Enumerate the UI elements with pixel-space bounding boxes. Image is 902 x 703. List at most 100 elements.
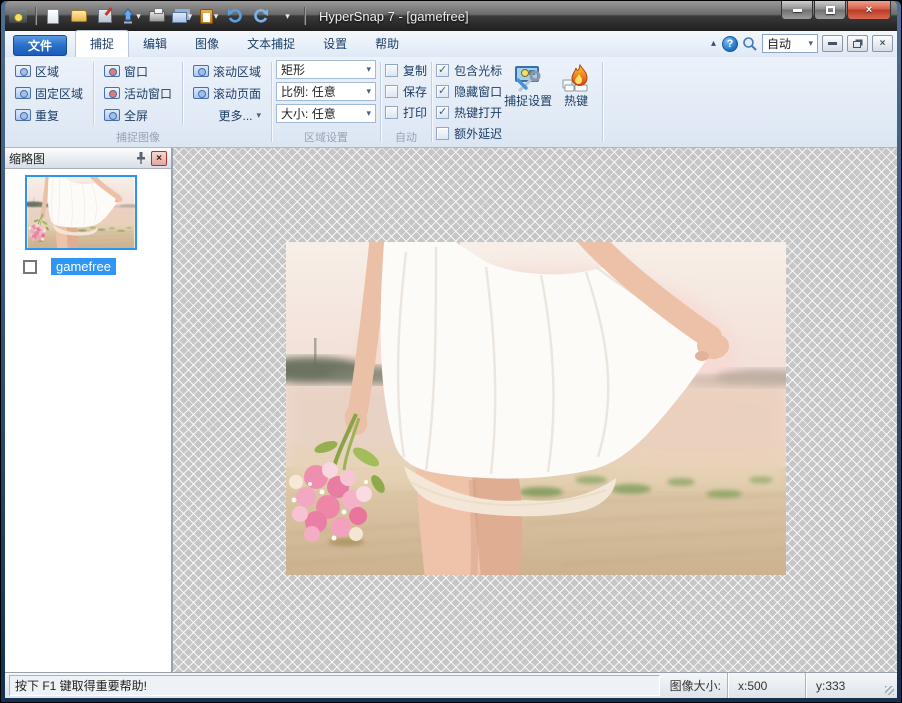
mdi-minimize-button[interactable] bbox=[822, 35, 843, 52]
paste-button[interactable]: ▾ bbox=[198, 6, 220, 26]
help-button[interactable]: ? bbox=[722, 36, 738, 52]
upload-arrow-icon bbox=[121, 8, 135, 24]
capture-repeat-button[interactable]: 重复 bbox=[9, 104, 89, 126]
panel-header: 缩略图 × bbox=[5, 148, 171, 169]
ratio-select[interactable]: 比例: 任意 ▾ bbox=[276, 82, 376, 101]
file-menu-button[interactable]: 文件 bbox=[13, 35, 67, 56]
tab-help[interactable]: 帮助 bbox=[361, 31, 413, 57]
capture-scroll-region-button[interactable]: 滚动区域 bbox=[187, 60, 267, 82]
redo-icon bbox=[253, 8, 269, 24]
checkbox-checked-icon: ✓ bbox=[436, 85, 449, 98]
capture-active-window-button[interactable]: 活动窗口 bbox=[98, 82, 178, 104]
shape-select[interactable]: 矩形▾ bbox=[276, 60, 376, 79]
mdi-close-button[interactable]: × bbox=[872, 35, 893, 52]
capture-more-button[interactable]: 更多...▾ bbox=[187, 104, 267, 126]
maximize-button[interactable] bbox=[814, 1, 846, 20]
mdi-minimize-icon bbox=[828, 42, 837, 45]
cursor-x-cell: x:500 bbox=[727, 673, 805, 698]
upload-caret-icon: ▾ bbox=[136, 11, 141, 22]
redo-button[interactable] bbox=[250, 6, 272, 26]
auto-group: 复制 保存 打印 自动 bbox=[385, 60, 427, 146]
window-controls: × bbox=[780, 1, 891, 20]
ratio-value: 比例: 任意 bbox=[281, 83, 336, 100]
resize-grip[interactable] bbox=[883, 673, 897, 698]
checkbox-label: 打印 bbox=[403, 104, 427, 121]
collapse-ribbon-button[interactable]: ▴ bbox=[709, 38, 718, 49]
thumbnail-item[interactable] bbox=[25, 175, 137, 250]
capture-fullscreen-button[interactable]: 全屏 bbox=[98, 104, 178, 126]
more-caret-icon: ▾ bbox=[257, 110, 262, 121]
tab-capture[interactable]: 捕捉 bbox=[75, 30, 129, 57]
tab-edit[interactable]: 编辑 bbox=[129, 31, 181, 57]
tab-image[interactable]: 图像 bbox=[181, 31, 233, 57]
shape-value: 矩形 bbox=[281, 61, 305, 78]
checkbox-icon bbox=[385, 85, 398, 98]
capture-window-button[interactable]: 窗口 bbox=[98, 60, 178, 82]
print-button[interactable] bbox=[146, 6, 168, 26]
grip-dots-icon bbox=[885, 686, 894, 695]
camera-fullscreen-icon bbox=[104, 109, 120, 121]
minimize-button[interactable] bbox=[781, 1, 813, 20]
hotkey-open-checkbox[interactable]: ✓热键打开 bbox=[436, 102, 502, 123]
captured-photo bbox=[286, 242, 786, 575]
capture-group: 区域 固定区域 重复 窗口 活动窗口 全屏 滚动区域 滚动页面 更多...▾ 捕… bbox=[9, 60, 267, 146]
button-label: 活动窗口 bbox=[124, 85, 172, 102]
camera-scroll-page-icon bbox=[193, 87, 209, 99]
new-file-button[interactable] bbox=[42, 6, 64, 26]
panel-title: 缩略图 bbox=[9, 150, 135, 167]
size-select[interactable]: 大小: 任意▾ bbox=[276, 104, 376, 123]
pin-icon[interactable] bbox=[135, 151, 147, 165]
image-canvas[interactable] bbox=[173, 148, 897, 672]
group-divider bbox=[182, 62, 183, 125]
close-button[interactable]: × bbox=[847, 1, 891, 20]
auto-copy-checkbox[interactable]: 复制 bbox=[385, 60, 427, 81]
auto-save-checkbox[interactable]: 保存 bbox=[385, 81, 427, 102]
panel-close-button[interactable]: × bbox=[151, 151, 167, 166]
options-group: ✓包含光标 ✓隐藏窗口 ✓热键打开 额外延迟 bbox=[436, 60, 502, 146]
hypersnap-logo-icon[interactable] bbox=[7, 6, 29, 26]
hotkey-flame-icon bbox=[561, 64, 591, 92]
zoom-value: 自动 bbox=[767, 35, 791, 52]
checkbox-label: 保存 bbox=[403, 83, 427, 100]
upload-button[interactable]: ▾ bbox=[120, 6, 142, 26]
tabrow-right-controls: ▴ ? 自动 ▾ × bbox=[709, 34, 893, 53]
toolbar-separator bbox=[35, 7, 36, 25]
title-bar: ▾ ▾ ▾ ▾ HyperSnap 7 - [gamefree] × bbox=[5, 1, 897, 31]
thumbnail-checkbox[interactable] bbox=[23, 260, 37, 274]
button-label: 滚动页面 bbox=[213, 85, 261, 102]
group-divider bbox=[431, 62, 432, 142]
auto-print-checkbox[interactable]: 打印 bbox=[385, 102, 427, 123]
paste-caret-icon: ▾ bbox=[214, 11, 219, 22]
window-copy-button[interactable]: ▾ bbox=[172, 6, 194, 26]
ribbon: 区域 固定区域 重复 窗口 活动窗口 全屏 滚动区域 滚动页面 更多...▾ 捕… bbox=[5, 57, 897, 148]
search-icon[interactable] bbox=[742, 36, 758, 52]
thumbnail-panel: 缩略图 × gamefree bbox=[5, 148, 173, 672]
open-button[interactable] bbox=[68, 6, 90, 26]
toolbar-overflow-icon: ▾ bbox=[285, 11, 290, 22]
checkbox-label: 复制 bbox=[403, 62, 427, 79]
mdi-close-icon: × bbox=[880, 38, 886, 49]
toolbar-options-button[interactable]: ▾ bbox=[276, 6, 298, 26]
hide-window-checkbox[interactable]: ✓隐藏窗口 bbox=[436, 81, 502, 102]
capture-fixed-region-button[interactable]: 固定区域 bbox=[9, 82, 89, 104]
group-divider bbox=[93, 62, 94, 125]
thumbnail-image bbox=[27, 177, 135, 248]
camera-scroll-region-icon bbox=[193, 65, 209, 77]
save-button[interactable] bbox=[94, 6, 116, 26]
capture-region-button[interactable]: 区域 bbox=[9, 60, 89, 82]
tab-settings[interactable]: 设置 bbox=[309, 31, 361, 57]
status-help-text: 按下 F1 键取得重要帮助! bbox=[15, 677, 147, 694]
hotkey-button[interactable]: 热键 bbox=[554, 60, 598, 146]
capture-scroll-page-button[interactable]: 滚动页面 bbox=[187, 82, 267, 104]
mdi-restore-button[interactable] bbox=[847, 35, 868, 52]
include-cursor-checkbox[interactable]: ✓包含光标 bbox=[436, 60, 502, 81]
capture-settings-button[interactable]: 捕捉设置 bbox=[502, 60, 554, 146]
extra-delay-checkbox[interactable]: 额外延迟 bbox=[436, 123, 502, 144]
zoom-select[interactable]: 自动 ▾ bbox=[762, 34, 818, 53]
tab-text-capture[interactable]: 文本捕捉 bbox=[233, 31, 309, 57]
undo-button[interactable] bbox=[224, 6, 246, 26]
ratio-caret-icon: ▾ bbox=[367, 86, 372, 97]
button-label: 滚动区域 bbox=[213, 63, 261, 80]
hotkey-label: 热键 bbox=[564, 95, 588, 109]
thumbnail-name[interactable]: gamefree bbox=[51, 258, 116, 275]
